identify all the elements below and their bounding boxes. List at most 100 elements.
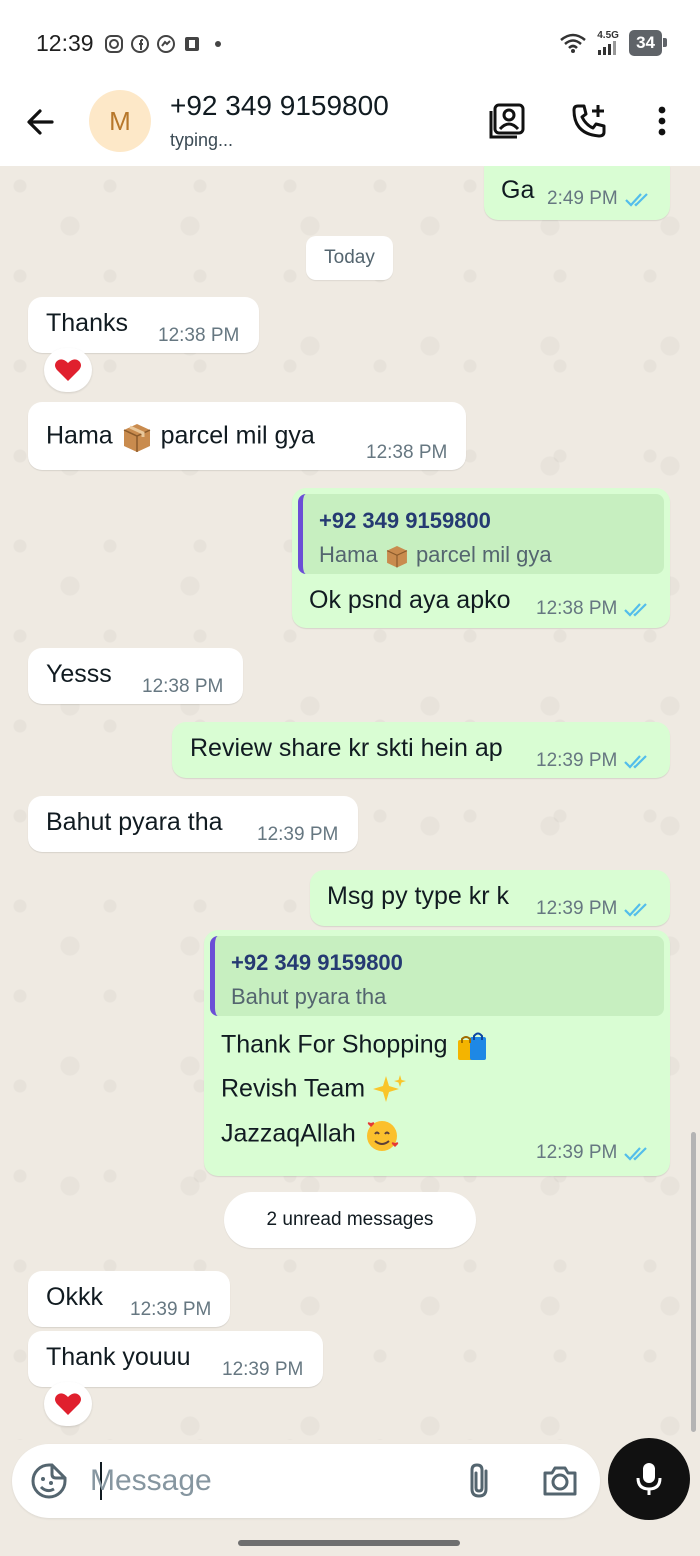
message-input[interactable]: Message bbox=[90, 1464, 212, 1498]
message-bubble-incoming[interactable]: Hama parcel mil gya 12:38 PM bbox=[28, 402, 466, 470]
message-meta: 12:39 PM bbox=[536, 1142, 651, 1164]
contact-card-icon bbox=[489, 103, 525, 139]
message-bubble-outgoing[interactable]: Ga 2:49 PM bbox=[484, 166, 670, 220]
message-bubble-incoming[interactable]: Bahut pyara tha 12:39 PM bbox=[28, 796, 358, 852]
quoted-text: Hama parcel mil gya bbox=[319, 542, 552, 569]
message-bubble-incoming[interactable]: Yesss 12:38 PM bbox=[28, 648, 243, 704]
status-bar: 12:39 4.5G 34 bbox=[0, 0, 700, 80]
message-text: Ga bbox=[501, 176, 535, 204]
message-meta: 12:38 PM bbox=[158, 325, 239, 347]
package-icon bbox=[123, 424, 150, 452]
read-receipt-icon bbox=[624, 903, 648, 917]
network-type: 4.5G bbox=[597, 30, 619, 41]
app-icon bbox=[185, 37, 199, 51]
message-meta: 12:38 PM bbox=[142, 676, 223, 698]
message-composer[interactable]: Message bbox=[12, 1444, 600, 1518]
quoted-message[interactable]: +92 349 9159800 Bahut pyara tha bbox=[210, 936, 664, 1016]
sticker-button[interactable] bbox=[30, 1462, 68, 1505]
status-right: 4.5G 34 bbox=[559, 30, 667, 56]
message-text: Msg py type kr k bbox=[327, 882, 509, 910]
unread-messages-divider: 2 unread messages bbox=[224, 1192, 476, 1248]
shopping-bags-icon bbox=[458, 1032, 487, 1060]
cellular-signal: 4.5G bbox=[597, 31, 619, 55]
camera-button[interactable] bbox=[540, 1461, 580, 1506]
message-text: Thanks bbox=[46, 309, 128, 337]
message-time: 12:39 PM bbox=[536, 750, 618, 771]
sticker-icon bbox=[31, 1463, 67, 1499]
message-meta: 12:39 PM bbox=[222, 1359, 303, 1381]
reaction-heart[interactable] bbox=[44, 348, 92, 392]
message-time: 12:39 PM bbox=[130, 1299, 212, 1320]
attach-button[interactable] bbox=[460, 1461, 500, 1506]
message-bubble-outgoing[interactable]: Review share kr skti hein ap 12:39 PM bbox=[172, 722, 670, 778]
message-bubble-incoming[interactable]: Thanks 12:38 PM bbox=[28, 297, 259, 353]
quoted-sender: +92 349 9159800 bbox=[231, 950, 403, 975]
signal-icon bbox=[598, 41, 617, 55]
sparkles-icon bbox=[373, 1075, 406, 1102]
message-meta: 12:39 PM bbox=[536, 898, 651, 920]
quoted-message[interactable]: +92 349 9159800 Hama parcel mil gya bbox=[298, 494, 664, 574]
message-text: Review share kr skti hein ap bbox=[190, 734, 503, 762]
chat-area[interactable]: Ga 2:49 PM Today Thanks 12:38 PM Hama pa… bbox=[0, 166, 700, 1440]
add-call-button[interactable] bbox=[568, 100, 610, 142]
status-time: 12:39 bbox=[36, 30, 94, 56]
phone-plus-icon bbox=[572, 104, 606, 138]
contact-card-button[interactable] bbox=[486, 100, 528, 142]
message-line: JazzaqAllah bbox=[221, 1116, 401, 1154]
message-time: 12:38 PM bbox=[366, 442, 448, 463]
camera-icon bbox=[543, 1466, 577, 1496]
paperclip-icon bbox=[470, 1463, 488, 1498]
message-time: 12:38 PM bbox=[536, 598, 618, 619]
message-time: 12:39 PM bbox=[257, 824, 339, 845]
message-bubble-incoming[interactable]: Okkk 12:39 PM bbox=[28, 1271, 230, 1327]
quoted-sender: +92 349 9159800 bbox=[319, 508, 491, 533]
message-meta: 12:38 PM bbox=[536, 598, 651, 620]
gesture-navigation-bar[interactable] bbox=[238, 1540, 460, 1546]
chat-header: M +92 349 9159800 typing... bbox=[0, 80, 700, 166]
smiling-face-with-hearts-icon bbox=[366, 1121, 398, 1151]
message-time: 12:39 PM bbox=[536, 898, 618, 919]
avatar[interactable]: M bbox=[89, 90, 151, 152]
read-receipt-icon bbox=[624, 755, 648, 769]
red-heart-icon bbox=[55, 359, 81, 381]
message-time: 12:39 PM bbox=[536, 1142, 618, 1163]
message-time: 12:39 PM bbox=[222, 1359, 304, 1380]
message-time: 12:38 PM bbox=[158, 325, 240, 346]
message-bubble-incoming[interactable]: Thank youuu 12:39 PM bbox=[28, 1331, 323, 1387]
message-bubble-outgoing[interactable]: Msg py type kr k 12:39 PM bbox=[310, 870, 670, 926]
read-receipt-icon bbox=[624, 1147, 648, 1161]
instagram-icon bbox=[105, 35, 123, 53]
messenger-icon bbox=[157, 35, 175, 53]
message-meta: 12:38 PM bbox=[366, 442, 447, 464]
back-button[interactable] bbox=[22, 102, 62, 142]
message-meta: 12:39 PM bbox=[536, 750, 651, 772]
read-receipt-icon bbox=[624, 193, 648, 207]
message-line: Thank For Shopping bbox=[221, 1028, 490, 1064]
kebab-menu-icon bbox=[658, 106, 666, 136]
message-meta: 12:39 PM bbox=[257, 824, 338, 846]
message-time: 12:38 PM bbox=[142, 676, 224, 697]
message-meta: 2:49 PM bbox=[547, 188, 652, 210]
message-bubble-outgoing[interactable]: +92 349 9159800 Bahut pyara tha Thank Fo… bbox=[204, 930, 670, 1176]
reaction-heart[interactable] bbox=[44, 1382, 92, 1426]
message-text: Hama parcel mil gya bbox=[46, 420, 315, 454]
facebook-icon bbox=[131, 35, 149, 53]
battery-icon: 34 bbox=[629, 30, 667, 56]
message-text: Yesss bbox=[46, 660, 112, 688]
contact-name[interactable]: +92 349 9159800 bbox=[170, 90, 389, 122]
read-receipt-icon bbox=[624, 603, 648, 617]
more-notifications-icon bbox=[215, 41, 221, 47]
contact-status: typing... bbox=[170, 130, 234, 150]
date-divider: Today bbox=[306, 236, 393, 280]
scrollbar[interactable] bbox=[691, 1132, 696, 1432]
red-heart-icon bbox=[55, 1393, 81, 1415]
notification-icons bbox=[104, 34, 228, 54]
voice-message-button[interactable] bbox=[608, 1438, 690, 1520]
message-text: Okkk bbox=[46, 1283, 103, 1311]
message-line: Revish Team bbox=[221, 1072, 408, 1108]
message-bubble-outgoing[interactable]: +92 349 9159800 Hama parcel mil gya Ok p… bbox=[292, 488, 670, 628]
microphone-icon bbox=[636, 1463, 662, 1495]
message-text: Ok psnd aya apko bbox=[309, 586, 511, 614]
more-options-button[interactable] bbox=[641, 100, 683, 142]
arrow-left-icon bbox=[27, 109, 54, 135]
